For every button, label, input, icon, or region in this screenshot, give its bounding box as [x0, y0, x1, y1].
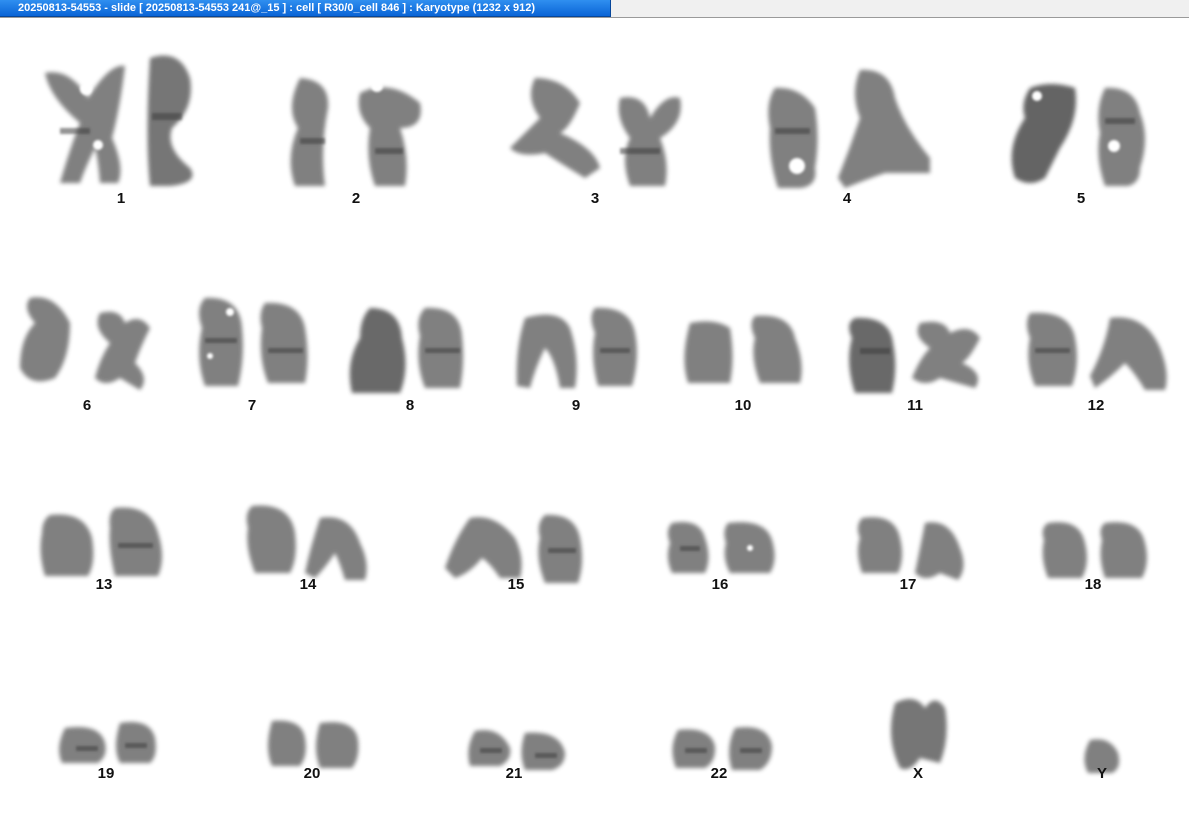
chromosome-label-x: X	[912, 765, 923, 782]
chromosome-pair-9	[516, 307, 637, 388]
chromosome-label-9: 9	[571, 397, 581, 414]
window-title[interactable]: 20250813-54553 - slide [ 20250813-54553 …	[0, 0, 611, 17]
chromosome-label-14: 14	[299, 576, 317, 593]
chromosome-label-11: 11	[907, 397, 923, 414]
chromosome-label-y: Y	[1096, 765, 1107, 782]
chromosome-label-8: 8	[405, 397, 415, 414]
chromosome-label-21: 21	[505, 765, 523, 782]
chromosome-label-7: 7	[247, 397, 257, 414]
chromosome-pair-19	[59, 722, 156, 763]
chromosome-pair-11	[849, 317, 980, 393]
chromosome-pair-10	[684, 315, 802, 383]
title-bar-area: 20250813-54553 - slide [ 20250813-54553 …	[0, 0, 1189, 18]
chromosome-pair-20	[268, 720, 359, 768]
chromosome-label-18: 18	[1084, 576, 1102, 593]
chromosome-pair-1	[45, 55, 193, 186]
karyotype-canvas: 1 2 3 4 5 6 7 8 9 10 11 12 13 14 15 16 1…	[0, 18, 1189, 836]
chromosome-label-15: 15	[507, 576, 525, 593]
chromosome-label-10: 10	[734, 397, 752, 414]
chromosome-label-16: 16	[711, 576, 729, 593]
chromosome-x	[891, 699, 947, 770]
chromosome-label-19: 19	[97, 765, 115, 782]
chromosome-label-13: 13	[95, 576, 113, 593]
chromosome-label-6: 6	[82, 397, 92, 414]
chromosome-label-3: 3	[590, 190, 600, 207]
chromosome-pair-2	[290, 78, 421, 186]
chromosome-label-2: 2	[351, 190, 361, 207]
chromosome-label-20: 20	[303, 765, 321, 782]
chromosome-pair-3	[510, 78, 681, 186]
chromosome-label-12: 12	[1087, 397, 1105, 414]
chromosome-label-17: 17	[899, 576, 917, 593]
chromosome-pair-18	[1042, 522, 1147, 578]
chromosome-label-22: 22	[710, 765, 728, 782]
chromosome-label-4: 4	[842, 190, 852, 207]
chromosome-pair-13	[40, 507, 162, 576]
chromosome-pair-5	[1011, 84, 1145, 186]
chromosome-label-1: 1	[116, 190, 126, 207]
karyotype-image	[20, 55, 1167, 773]
chromosome-pair-17	[857, 517, 964, 580]
chromosome-pair-6	[20, 297, 150, 390]
chromosome-label-5: 5	[1076, 190, 1086, 207]
chromosome-pair-14	[246, 505, 367, 580]
